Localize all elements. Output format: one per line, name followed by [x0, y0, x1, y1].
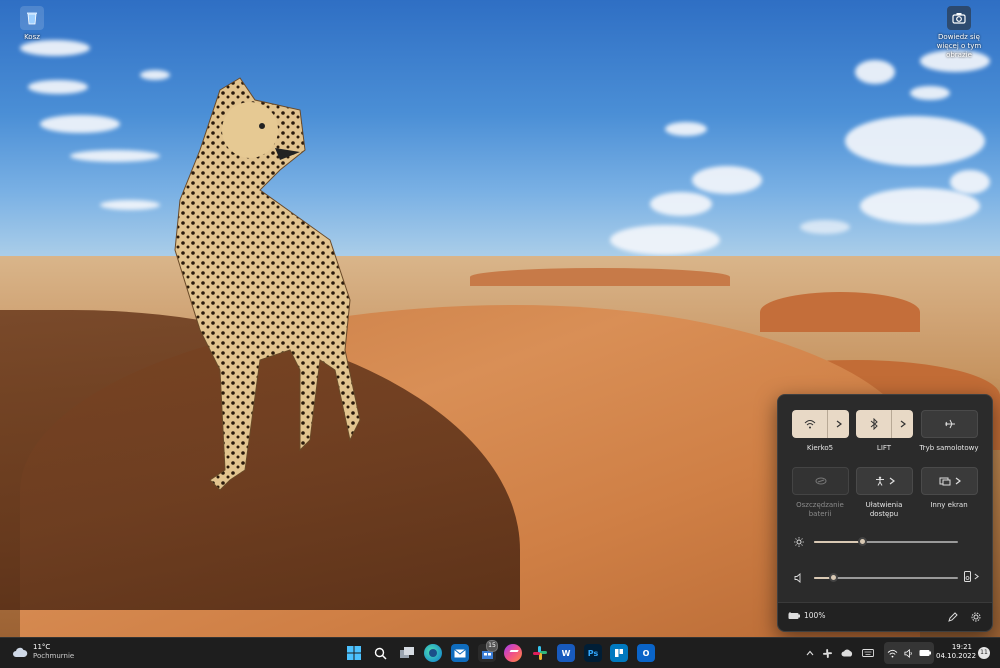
weather-description: Pochmurnie [33, 652, 75, 660]
brightness-slider[interactable] [814, 537, 958, 547]
recycle-bin-desktop-icon[interactable]: Kosz [20, 6, 44, 42]
battery-saver-icon [815, 477, 826, 485]
notification-count: 11 [980, 649, 988, 656]
spotlight-label: Dowiedz się więcej o tym obrazie [936, 33, 982, 59]
notification-badge[interactable]: 11 [978, 647, 990, 659]
recycle-bin-label: Kosz [24, 33, 40, 41]
outlook-icon: O [642, 648, 650, 658]
clock[interactable]: 19:21 04.10.2022 [936, 643, 977, 661]
search-button[interactable] [371, 644, 389, 662]
slack-tray-icon[interactable] [823, 648, 832, 658]
edit-pencil-icon[interactable] [948, 612, 958, 622]
airplane-icon [944, 419, 955, 429]
edge-icon [429, 649, 437, 657]
keyboard-tray-icon[interactable] [862, 649, 874, 657]
battery-plug-icon [788, 611, 800, 619]
brightness-icon [794, 537, 804, 547]
slack-icon [533, 646, 547, 660]
accessibility-icon [875, 476, 884, 486]
messenger-icon [507, 650, 519, 656]
wifi-tray-icon [887, 649, 898, 658]
clock-time: 19:21 [951, 643, 972, 651]
audio-output-button[interactable] [964, 571, 979, 582]
task-view-button[interactable] [398, 644, 416, 662]
audio-output-chevron-icon [974, 573, 979, 580]
quick-settings-tray-button[interactable] [884, 642, 934, 664]
brightness-thumb[interactable] [858, 537, 867, 546]
store-badge: 15 [486, 640, 498, 652]
settings-gear-icon[interactable] [971, 612, 981, 622]
trello-app[interactable] [610, 644, 628, 662]
camera-icon [947, 6, 971, 30]
volume-tray-icon [904, 648, 912, 658]
weather-temperature: 11°C [33, 643, 51, 651]
edge-app[interactable] [424, 644, 442, 662]
cast-label: Inny ekran [930, 501, 968, 509]
battery-saver-toggle[interactable] [792, 467, 849, 495]
taskbar: 11°C Pochmurnie 15 W Ps O 19:21 04.10.20… [0, 637, 1000, 668]
store-app[interactable]: 15 [478, 640, 498, 662]
photoshop-icon: Ps [587, 648, 599, 658]
speaker-device-icon [964, 571, 971, 582]
volume-thumb[interactable] [829, 573, 838, 582]
wifi-toggle[interactable] [792, 410, 849, 438]
quick-settings-panel: Kierko5 LIFT Tryb samolotowy Oszczędzani… [777, 394, 993, 632]
mail-app[interactable] [451, 644, 469, 662]
airplane-mode-label: Tryb samolotowy [919, 444, 979, 452]
bluetooth-chevron-icon[interactable] [892, 410, 913, 438]
cheetah-image [174, 77, 361, 491]
battery-status[interactable]: 100% [788, 611, 825, 620]
cloud-weather-icon [13, 647, 28, 657]
bluetooth-toggle[interactable] [856, 410, 913, 438]
cast-toggle[interactable] [921, 467, 978, 495]
word-app[interactable]: W [557, 644, 575, 662]
onedrive-tray-icon[interactable] [841, 649, 853, 657]
quick-settings-footer: 100% [778, 602, 992, 631]
volume-icon [794, 573, 801, 583]
trello-icon [615, 649, 623, 657]
messenger-app[interactable] [504, 644, 522, 662]
outlook-app[interactable]: O [637, 644, 655, 662]
word-icon: W [561, 648, 571, 658]
show-hidden-icons-chevron-icon[interactable] [806, 650, 814, 656]
spotlight-desktop-icon[interactable]: Dowiedz się więcej o tym obrazie [926, 6, 992, 60]
photoshop-app[interactable]: Ps [584, 644, 602, 662]
battery-percent: 100% [804, 611, 826, 620]
start-button[interactable] [345, 644, 363, 662]
recycle-bin-icon [20, 6, 44, 30]
search-icon [374, 647, 387, 660]
cast-icon [939, 477, 950, 486]
brightness-fill [814, 541, 862, 543]
bluetooth-icon[interactable] [856, 410, 893, 438]
volume-slider[interactable] [814, 573, 958, 583]
cast-chevron-icon [955, 477, 961, 485]
wifi-chevron-icon[interactable] [828, 410, 849, 438]
wifi-icon[interactable] [792, 410, 829, 438]
accessibility-toggle[interactable] [856, 467, 913, 495]
mail-icon [454, 648, 466, 657]
airplane-mode-toggle[interactable] [921, 410, 978, 438]
weather-widget[interactable]: 11°C Pochmurnie [12, 643, 74, 661]
slack-app[interactable] [531, 644, 549, 662]
windows-start-icon [347, 646, 361, 660]
task-view-icon [400, 647, 414, 658]
accessibility-chevron-icon [889, 477, 895, 485]
battery-tray-icon [919, 650, 931, 656]
clock-date: 04.10.2022 [936, 652, 977, 660]
